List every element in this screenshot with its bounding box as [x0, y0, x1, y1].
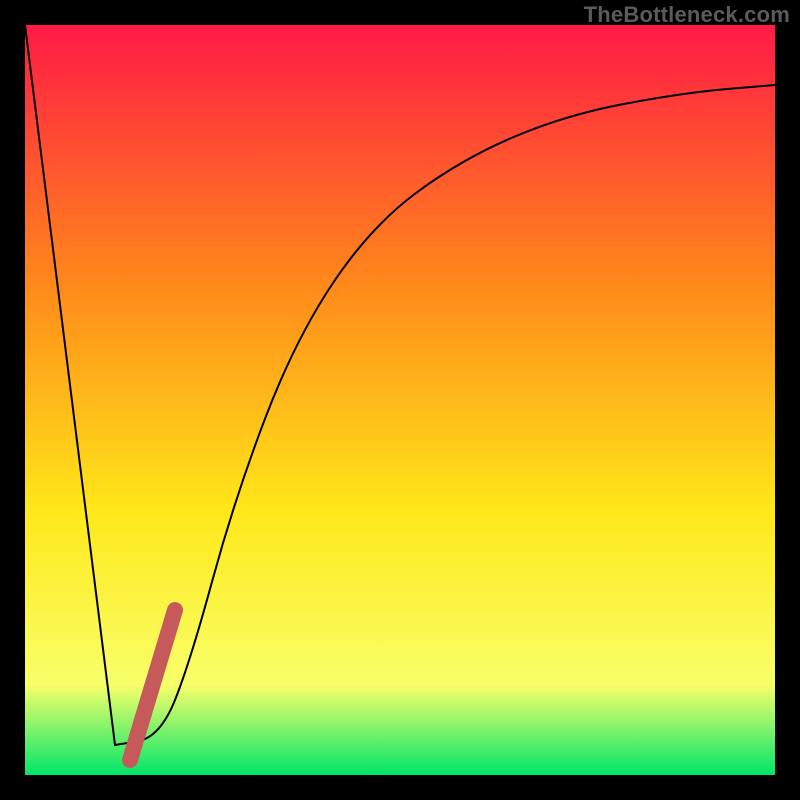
gradient-background — [25, 25, 775, 775]
chart-frame: TheBottleneck.com — [0, 0, 800, 800]
bottleneck-plot — [25, 25, 775, 775]
watermark-label: TheBottleneck.com — [584, 2, 790, 28]
plot-area — [25, 25, 775, 775]
